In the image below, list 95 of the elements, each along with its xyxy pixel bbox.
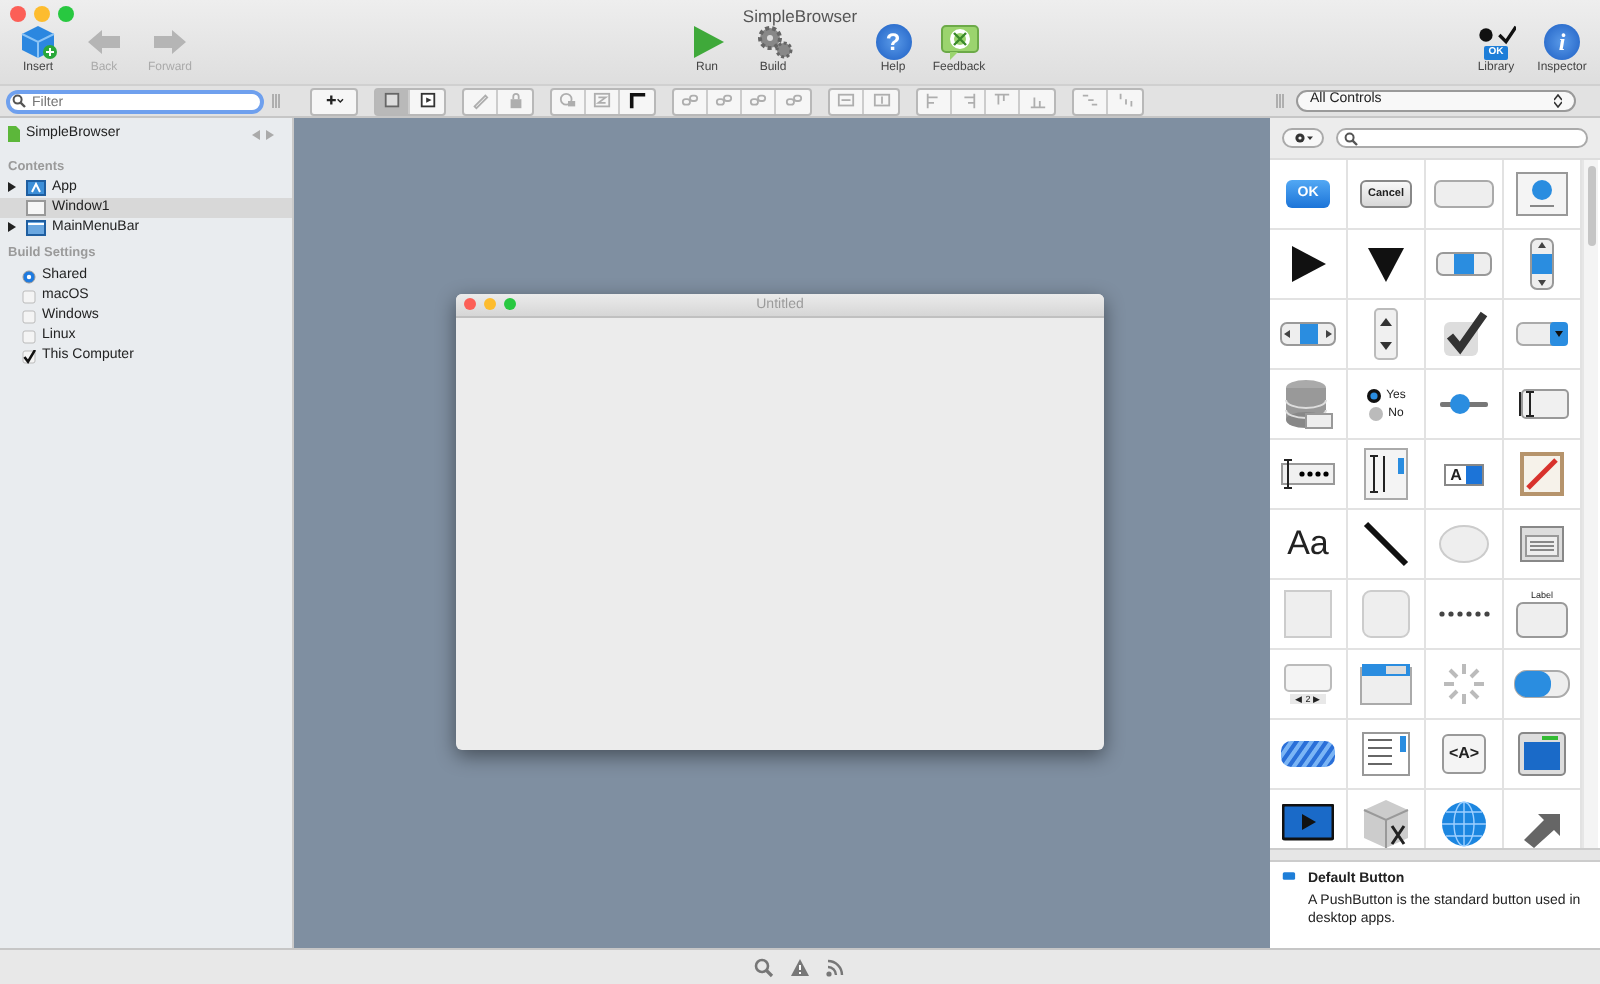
gears-icon [753,24,793,60]
line-icon[interactable] [1362,520,1410,568]
warning-icon[interactable] [790,957,810,977]
lock-icon [505,92,525,110]
document-icon [8,126,20,143]
drag-handle-icon[interactable] [272,94,280,108]
list-box-icon[interactable] [1362,732,1410,776]
movie-player-icon[interactable] [1282,804,1334,844]
cube-icon[interactable] [1362,798,1410,848]
distribute-icon [1080,92,1100,110]
align-top-icon [992,92,1012,110]
window-icon [26,200,46,217]
window-icon[interactable] [1518,732,1566,776]
tab-panel-icon[interactable] [1360,662,1412,706]
close-button[interactable] [10,6,26,22]
zoom-button [504,298,516,310]
text-field-icon[interactable] [1514,388,1570,420]
help-icon: ? [875,24,911,60]
cube-icon [18,24,58,60]
zoom-button[interactable] [58,6,74,22]
vertical-scroller-icon[interactable] [1530,238,1554,290]
slider-icon[interactable] [1438,392,1490,416]
horizontal-scroller-icon[interactable] [1280,322,1336,346]
feed-icon[interactable] [826,957,846,977]
database-icon[interactable] [1282,378,1334,430]
app-icon [26,180,46,197]
stepper-icon[interactable] [1374,308,1398,360]
drag-handle-icon[interactable] [1276,94,1284,108]
canvas-icon[interactable] [1518,450,1566,498]
menu-bar-icon [26,220,46,237]
button-icon[interactable] [1434,180,1494,208]
info-icon: i [1544,24,1580,60]
add-menu-icon [324,92,344,110]
page-panel-icon[interactable] [1284,664,1332,692]
checkbox[interactable] [22,349,36,363]
html-viewer-icon[interactable] [1520,526,1564,562]
back-arrow-icon[interactable] [252,129,260,140]
layout-mode-button[interactable] [376,89,410,113]
down-triangle-icon[interactable] [1366,244,1406,284]
arrow-right-icon [150,24,190,60]
radio-button[interactable] [1366,387,1383,403]
progress-bar-icon[interactable] [1280,740,1336,768]
align-left-icon [924,92,944,110]
link-icon [680,92,700,110]
popup-menu-preview[interactable]: A [1444,463,1484,485]
gear-menu-button[interactable] [1282,128,1324,148]
play-triangle-icon[interactable] [1288,244,1328,284]
arrow-left-icon [84,24,124,60]
radio-button[interactable] [1368,405,1385,421]
search-field[interactable] [1336,128,1588,148]
edit-icon [470,92,490,110]
search-icon [1344,131,1358,145]
link-icon [714,92,734,110]
search-icon[interactable] [754,957,774,977]
search-icon [12,94,26,108]
align-bottom-icon [1027,92,1047,110]
speech-bubble-icon [939,24,979,60]
layout-mode-icon [382,92,402,110]
close-button [464,298,476,310]
checkmark-icon[interactable] [1440,310,1488,358]
popup-menu-icon[interactable] [1516,322,1568,346]
window-title: SimpleBrowser [742,6,858,26]
link-icon [783,92,803,110]
push-button-icon [1282,870,1296,882]
spacing-icon [836,92,856,110]
align-right-icon [958,92,978,110]
spinner-icon[interactable] [1440,660,1488,708]
disclosure-icon[interactable] [8,181,16,192]
order-icon [592,92,612,110]
link-icon [748,92,768,110]
checkbox[interactable] [22,329,36,343]
scrollbar[interactable] [1582,160,1598,848]
gear-icon [1293,132,1313,144]
preview-mode-icon [417,92,437,110]
group-box-icon[interactable] [1516,602,1568,638]
spacing-icon [871,92,891,110]
distribute-icon [1115,92,1135,110]
label-preview[interactable]: Aa [1287,526,1329,562]
image-well-icon[interactable] [1516,172,1568,216]
radio-button[interactable] [22,269,36,283]
tab-order-icon [558,92,578,110]
dotted-separator-icon[interactable] [1438,610,1490,618]
updown-icon [1554,94,1562,108]
disclosure-icon[interactable] [8,221,16,232]
masked-field-icon[interactable] [1280,458,1336,490]
minimize-button [484,298,496,310]
xml-button-preview[interactable]: <A> [1442,734,1486,774]
segmented-control-icon[interactable] [1436,252,1492,276]
toggle-switch-icon[interactable] [1514,670,1570,698]
text-area-icon[interactable] [1364,448,1408,500]
corner-icon [627,92,647,110]
checkbox[interactable] [22,309,36,323]
checkbox[interactable] [22,289,36,303]
globe-icon[interactable] [1440,800,1488,848]
forward-arrow-icon[interactable] [266,129,274,140]
